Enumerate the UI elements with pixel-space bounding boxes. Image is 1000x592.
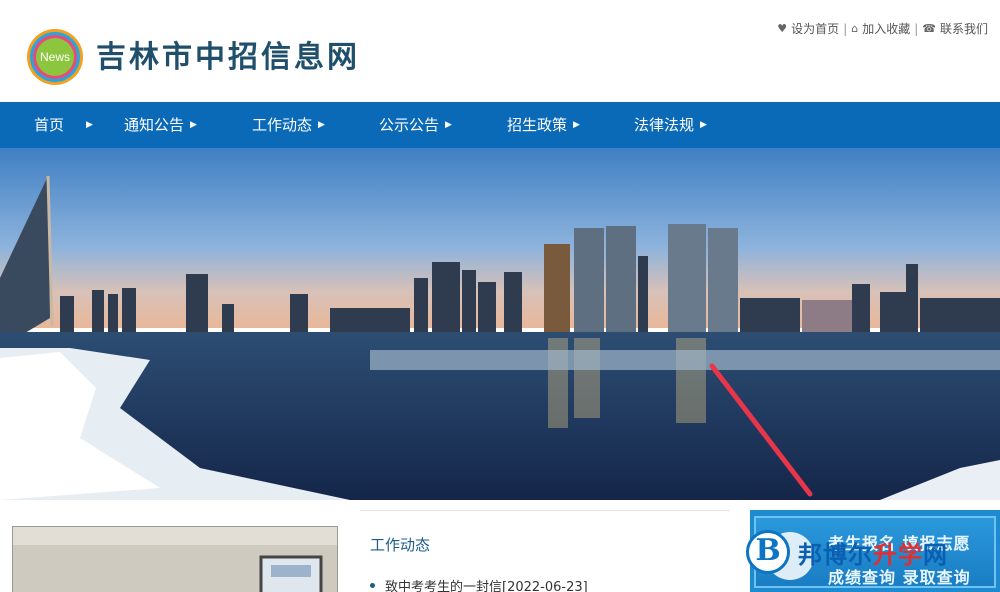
nav-item-enrollment-policy[interactable]: 招生政策 ▶ [507, 102, 580, 148]
news-section-title: 工作动态 [370, 536, 431, 554]
watermark-text: 邦博尔升学网 [798, 535, 948, 570]
nav-item-laws[interactable]: 法律法规 ▶ [634, 102, 707, 148]
logo-text: News [40, 50, 70, 64]
site-header: News 吉林市中招信息网 ♥ 设为首页 | ⌂ 加入收藏 | ☎ 联系我们 [0, 0, 1000, 102]
nav-label: 通知公告 [124, 116, 185, 134]
divider [360, 510, 730, 511]
contact-label: 联系我们 [939, 22, 988, 36]
caret-right-icon: ▶ [190, 120, 197, 130]
caret-right-icon: ▶ [700, 120, 707, 130]
watermark-text-highlight: 升学 [873, 540, 923, 569]
nav-item-publicity[interactable]: 公示公告 ▶ [379, 102, 452, 148]
nav-label: 法律法规 [634, 116, 695, 134]
add-favorite-label: 加入收藏 [862, 22, 911, 36]
set-homepage-label: 设为首页 [791, 22, 840, 36]
set-homepage-link[interactable]: ♥ 设为首页 [777, 20, 839, 37]
divider: | [843, 21, 848, 36]
hero-banner-image [0, 148, 1000, 500]
main-nav: 首页 ▶ 通知公告 ▶ 工作动态 ▶ 公示公告 ▶ 招生政策 ▶ 法律法规 ▶ [0, 102, 1000, 148]
caret-right-icon: ▶ [573, 120, 580, 130]
watermark-text-2: 网 [923, 540, 948, 569]
nav-label: 首页 [34, 116, 65, 134]
caret-right-icon: ▶ [318, 120, 325, 130]
news-list: 致中考考生的一封信[2022-06-23] [370, 576, 588, 592]
nav-item-notices[interactable]: 通知公告 ▶ [124, 102, 197, 148]
nav-label: 工作动态 [252, 116, 313, 134]
contact-link[interactable]: ☎ 联系我们 [922, 20, 988, 37]
top-links: ♥ 设为首页 | ⌂ 加入收藏 | ☎ 联系我们 [777, 20, 988, 37]
watermark: B 邦博尔升学网 [746, 530, 948, 574]
watermark-text-1: 邦博尔 [798, 540, 873, 569]
watermark-logo-icon: B [746, 530, 790, 574]
phone-icon: ☎ [922, 22, 936, 35]
nav-label: 公示公告 [379, 116, 440, 134]
news-item[interactable]: 致中考考生的一封信[2022-06-23] [370, 576, 588, 592]
nav-item-work-news[interactable]: 工作动态 ▶ [252, 102, 325, 148]
news-thumbnail-image[interactable] [12, 526, 338, 592]
add-favorite-link[interactable]: ⌂ 加入收藏 [851, 20, 910, 37]
home-icon: ⌂ [851, 22, 859, 35]
caret-right-icon: ▶ [86, 120, 93, 130]
news-logo-icon[interactable]: News [26, 28, 84, 86]
nav-label: 招生政策 [507, 116, 568, 134]
heart-icon: ♥ [777, 22, 788, 35]
caret-right-icon: ▶ [445, 120, 452, 130]
site-title: 吉林市中招信息网 [96, 40, 360, 75]
nav-item-home[interactable]: 首页 ▶ [34, 102, 93, 148]
divider: | [914, 21, 919, 36]
bullet-icon [370, 583, 375, 588]
news-item-title: 致中考考生的一封信[2022-06-23] [385, 580, 588, 592]
